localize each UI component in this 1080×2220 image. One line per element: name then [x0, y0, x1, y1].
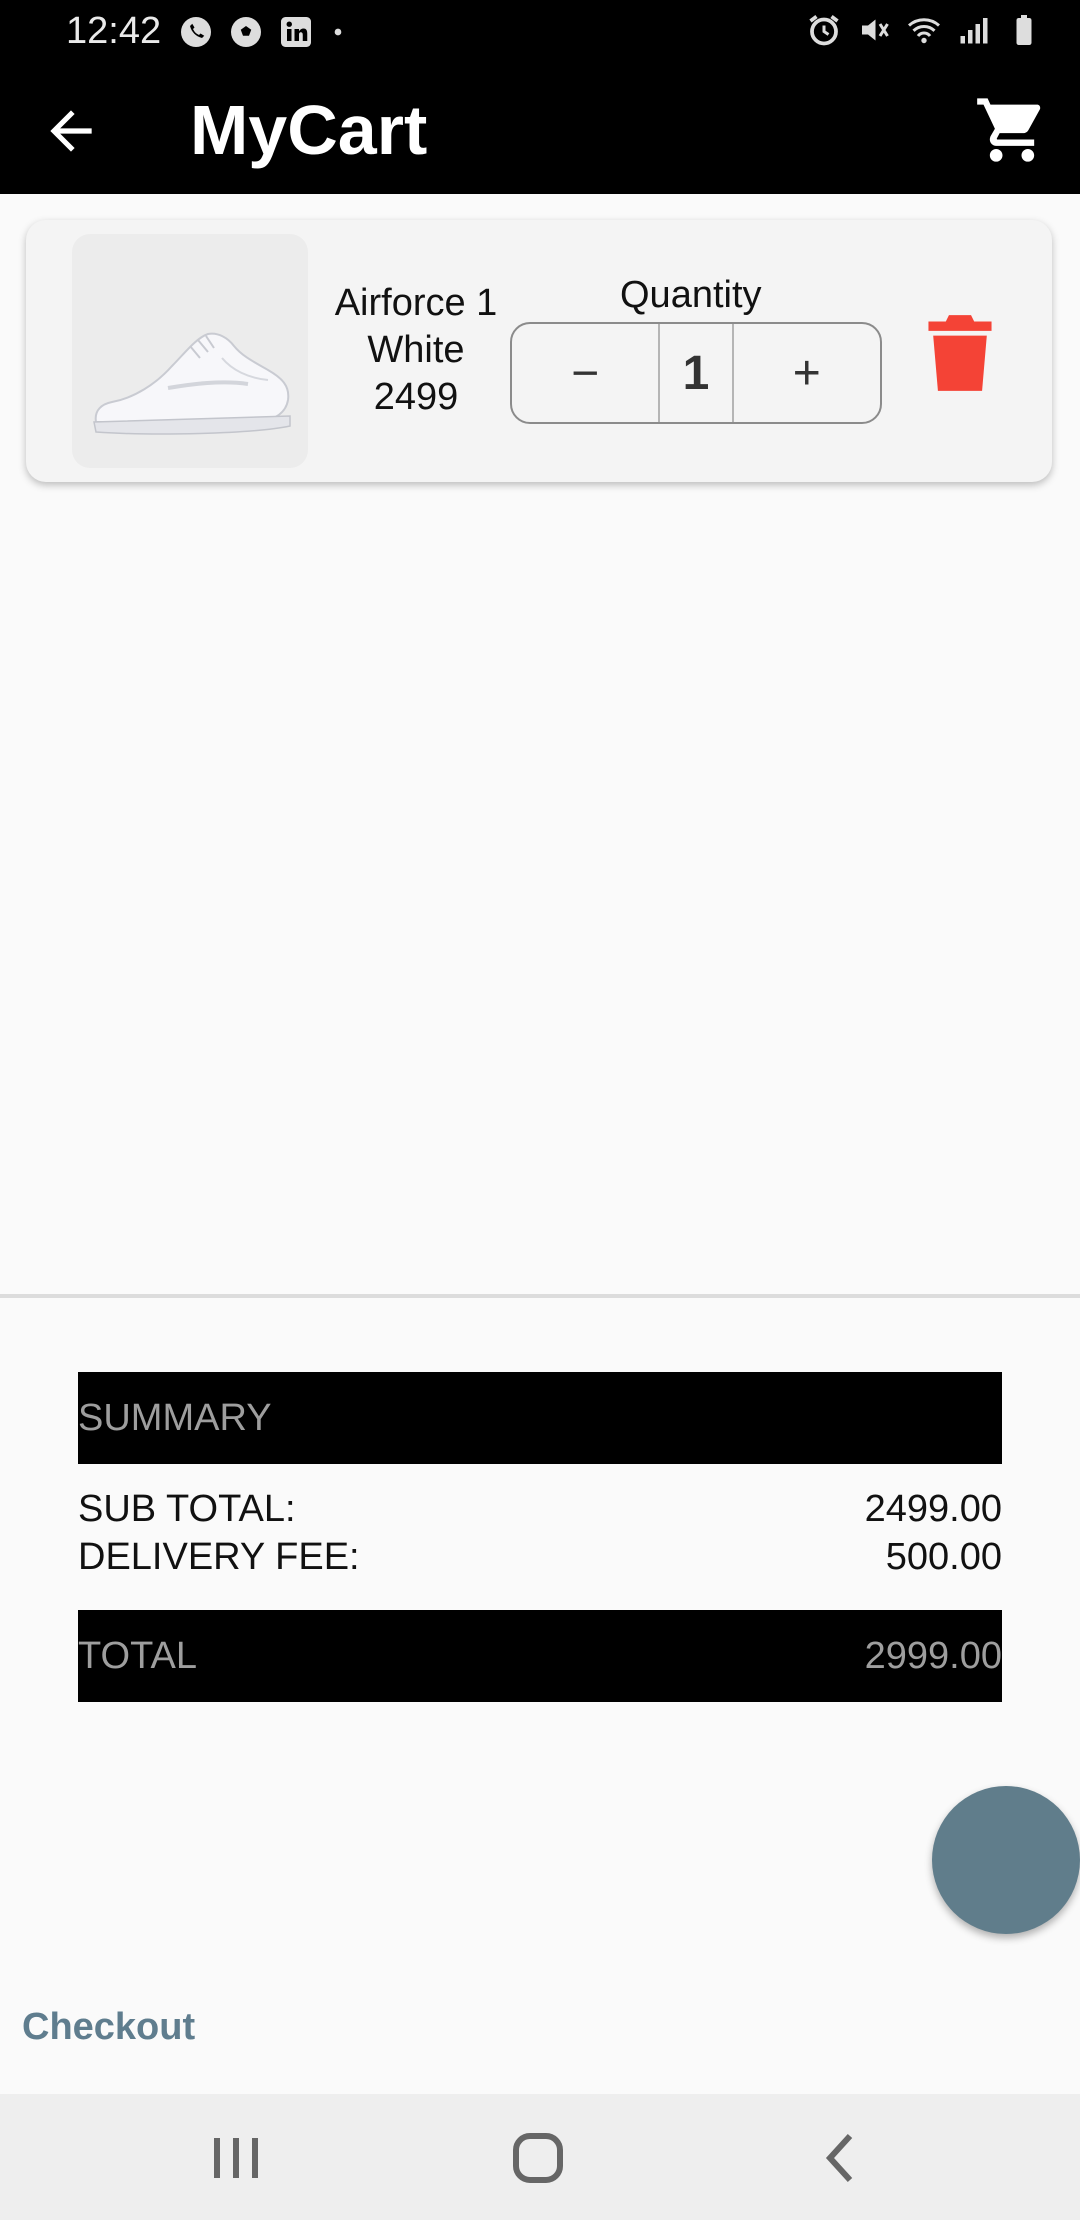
status-bar: 12:42	[0, 0, 1080, 64]
arrow-left-icon[interactable]	[40, 100, 102, 162]
alarm-icon	[809, 15, 839, 46]
product-name: Airforce 1	[334, 282, 498, 324]
dot-icon	[334, 28, 342, 36]
summary-header: SUMMARY	[78, 1372, 1002, 1464]
trash-icon[interactable]	[922, 312, 998, 394]
battery-icon	[1016, 15, 1032, 45]
delivery-fee-label: DELIVERY FEE:	[78, 1536, 360, 1578]
quantity-label: Quantity	[620, 274, 762, 316]
total-label: TOTAL	[78, 1635, 197, 1677]
total-value: 2999.00	[864, 1635, 1002, 1677]
floating-action-button[interactable]	[932, 1786, 1080, 1934]
increment-button[interactable]: +	[734, 324, 880, 422]
total-row: TOTAL 2999.00	[78, 1610, 1002, 1702]
divider	[0, 1294, 1080, 1298]
subtotal-value: 2499.00	[864, 1488, 1002, 1530]
system-nav-bar	[0, 2094, 1080, 2220]
product-price: 2499	[373, 376, 459, 418]
shopping-cart-icon[interactable]	[974, 92, 1050, 168]
back-nav-icon[interactable]	[812, 2132, 872, 2184]
cart-item-card: Airforce 1 White 2499 Quantity − 1 +	[26, 220, 1052, 482]
page-title: MyCart	[190, 91, 428, 169]
status-system-icons	[806, 12, 1042, 48]
app-bar: MyCart	[0, 64, 1080, 194]
home-icon[interactable]	[508, 2132, 568, 2184]
product-info: Airforce 1 White 2499	[326, 280, 506, 421]
signal-icon	[960, 18, 988, 44]
subtotal-row: SUB TOTAL: 2499.00	[78, 1488, 1002, 1531]
sneaker-image	[93, 332, 291, 435]
decrement-button[interactable]: −	[512, 324, 658, 422]
delivery-fee-value: 500.00	[885, 1536, 1002, 1578]
whatsapp-icon	[181, 17, 211, 47]
delivery-fee-row: DELIVERY FEE: 500.00	[78, 1536, 1002, 1579]
recent-apps-icon[interactable]	[206, 2132, 266, 2184]
checkout-button[interactable]: Checkout	[22, 2006, 195, 2049]
product-image	[72, 234, 308, 468]
status-notification-icons	[178, 14, 348, 50]
mute-icon	[862, 19, 889, 41]
status-time: 12:42	[66, 10, 162, 52]
quantity-stepper: − 1 +	[510, 322, 882, 424]
product-color: White	[367, 329, 465, 371]
subtotal-label: SUB TOTAL:	[78, 1488, 296, 1530]
quantity-value: 1	[658, 324, 734, 422]
linkedin-icon	[281, 17, 311, 47]
wifi-icon	[908, 18, 940, 44]
soccer-ball-icon	[231, 17, 261, 47]
